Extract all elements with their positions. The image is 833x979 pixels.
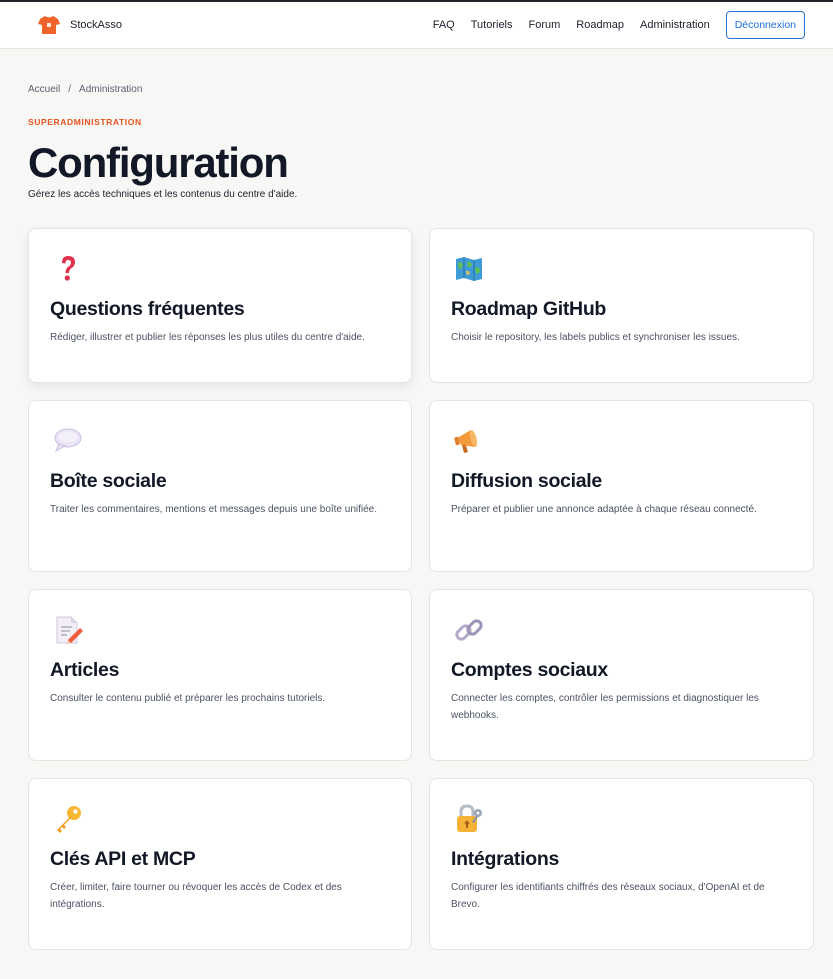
- page-subtitle: Gérez les accès techniques et les conten…: [28, 189, 298, 200]
- card-title: Boîte sociale: [50, 470, 167, 492]
- key-icon: [57, 806, 81, 833]
- page-eyebrow: SUPERADMINISTRATION: [28, 117, 142, 127]
- breadcrumb-separator: /: [68, 83, 72, 95]
- top-navbar: StockAsso FAQ Tutoriels Forum Roadmap Ad…: [0, 2, 833, 49]
- breadcrumb-home-link[interactable]: Accueil: [28, 84, 60, 95]
- card-title: Intégrations: [451, 848, 559, 870]
- megaphone-icon: [454, 430, 478, 453]
- main-content: Accueil / Administration SUPERADMINISTRA…: [0, 83, 833, 950]
- card-title: Articles: [50, 659, 120, 681]
- link-icon: [455, 619, 483, 641]
- card-description: Rédiger, illustrer et publier les répons…: [50, 332, 365, 343]
- main-nav: FAQ Tutoriels Forum Roadmap Administrati…: [433, 11, 805, 39]
- t-shirt-icon: [38, 16, 60, 34]
- card-description: Préparer et publier une annonce adaptée …: [451, 504, 757, 515]
- card-roadmap-github[interactable]: Roadmap GitHub Choisir le repository, le…: [429, 228, 814, 383]
- speech-bubble-icon: [54, 428, 82, 453]
- breadcrumb: Accueil / Administration: [28, 83, 813, 95]
- nav-link-roadmap[interactable]: Roadmap: [576, 19, 624, 31]
- logout-button[interactable]: Déconnexion: [725, 11, 805, 39]
- card-description: Choisir le repository, les labels public…: [451, 332, 740, 343]
- card-integrations[interactable]: Intégrations Configurer les identifiants…: [429, 778, 814, 950]
- card-boite-sociale[interactable]: Boîte sociale Traiter les commentaires, …: [28, 400, 412, 572]
- card-description: Traiter les commentaires, mentions et me…: [50, 504, 378, 515]
- card-title: Comptes sociaux: [451, 659, 608, 681]
- card-description: Consulter le contenu publié et préparer …: [50, 693, 326, 704]
- nav-link-forum[interactable]: Forum: [529, 19, 561, 31]
- page-title: Configuration: [28, 139, 289, 186]
- breadcrumb-current: Administration: [79, 83, 143, 95]
- brand[interactable]: StockAsso: [38, 15, 122, 35]
- card-comptes-sociaux[interactable]: Comptes sociaux Connecter les comptes, c…: [429, 589, 814, 761]
- card-title: Roadmap GitHub: [451, 298, 607, 320]
- nav-link-administration[interactable]: Administration: [640, 19, 710, 31]
- card-description: Créer, limiter, faire tourner ou révoque…: [50, 882, 342, 910]
- card-title: Diffusion sociale: [451, 470, 602, 492]
- card-description: Connecter les comptes, contrôler les per…: [451, 693, 759, 721]
- card-title: Questions fréquentes: [50, 298, 245, 320]
- card-diffusion-sociale[interactable]: Diffusion sociale Préparer et publier un…: [429, 400, 814, 572]
- admin-cards-grid: Questions fréquentes Rédiger, illustrer …: [28, 228, 814, 950]
- brand-name: StockAsso: [70, 19, 122, 31]
- nav-link-faq[interactable]: FAQ: [433, 19, 455, 31]
- card-description: Configurer les identifiants chiffrés des…: [451, 882, 765, 910]
- nav-link-tutoriels[interactable]: Tutoriels: [471, 19, 513, 31]
- question-mark-icon: [62, 256, 75, 281]
- card-cles-api-mcp[interactable]: Clés API et MCP Créer, limiter, faire to…: [28, 778, 412, 950]
- card-questions-frequentes[interactable]: Questions fréquentes Rédiger, illustrer …: [28, 228, 412, 383]
- map-icon: [456, 257, 482, 281]
- lock-with-key-icon: [457, 804, 482, 832]
- card-title: Clés API et MCP: [50, 848, 196, 870]
- memo-icon: [56, 616, 83, 644]
- card-articles[interactable]: Articles Consulter le contenu publié et …: [28, 589, 412, 761]
